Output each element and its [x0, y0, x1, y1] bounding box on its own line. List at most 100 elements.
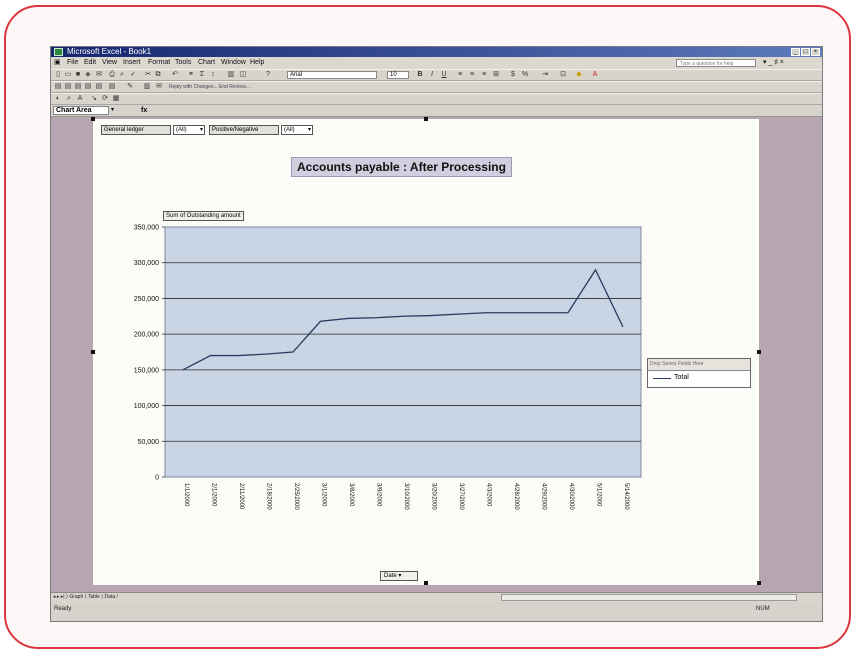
undo-icon[interactable]: ↶	[171, 71, 179, 79]
comment-icon[interactable]: ▤	[64, 83, 72, 91]
y-tick-label: 150,000	[134, 367, 159, 374]
plot-area[interactable]	[164, 226, 642, 478]
x-tick-label: 1/1/2000	[183, 483, 189, 507]
excel-window: Microsoft Excel - Book1 _ □ × ▣ File Edi…	[50, 46, 823, 622]
permission-icon[interactable]: ◈	[84, 71, 92, 79]
sheet-tabs[interactable]: ◂ ▸ ▸| ⟩ Graph ⟨ Table ⟨ Data /	[53, 593, 118, 602]
minimize-button[interactable]: _	[791, 48, 800, 56]
send-icon[interactable]: ✉	[155, 83, 163, 91]
menu-window[interactable]: Window	[221, 57, 246, 69]
comment-next-icon[interactable]: ▤	[74, 83, 82, 91]
name-box-dropdown-icon[interactable]: ▾	[111, 106, 114, 115]
markup-icon[interactable]: ▥	[143, 83, 151, 91]
x-tick-label: 2/25/2000	[293, 483, 299, 510]
x-tick-label: 2/18/2000	[266, 483, 272, 510]
borders-icon[interactable]: ⊡	[559, 71, 567, 79]
legend[interactable]: Drop Series Fields Here Total	[647, 358, 751, 388]
chart-wizard-icon[interactable]: ▥	[227, 71, 235, 79]
show-comments-icon[interactable]: ▤	[95, 83, 103, 91]
close-button[interactable]: ×	[811, 48, 820, 56]
new-icon[interactable]: ▯	[54, 71, 62, 79]
status-ready: Ready	[54, 606, 72, 612]
chart-area[interactable]: General ledger (All) Positive/Negative (…	[91, 117, 761, 585]
font-size-select[interactable]: 10	[387, 71, 409, 79]
sheet-menu-icon[interactable]: ▣	[54, 57, 61, 69]
menu-help[interactable]: Help	[250, 57, 264, 69]
legend-label: Total	[674, 374, 689, 381]
x-tick-label: 5/14/2000	[623, 483, 629, 510]
underline-button[interactable]: U	[440, 71, 448, 79]
date-field-button[interactable]: Date ▾	[380, 571, 418, 581]
comment-prev-icon[interactable]: ▤	[84, 83, 92, 91]
ink-icon[interactable]: ✎	[126, 83, 134, 91]
reply-with-changes[interactable]: Reply with Changes... End Review...	[169, 83, 250, 92]
drop-series-fields[interactable]: Drop Series Fields Here	[648, 359, 750, 371]
sheet-tab-bar: ◂ ▸ ▸| ⟩ Graph ⟨ Table ⟨ Data /	[51, 592, 822, 602]
selection-handle[interactable]	[424, 117, 428, 121]
open-icon[interactable]: ▭	[64, 71, 72, 79]
hyperlink-icon[interactable]: ⚭	[187, 71, 195, 79]
arrow-icon[interactable]: ↘	[90, 95, 98, 103]
selection-handle[interactable]	[757, 350, 761, 354]
track-changes-icon[interactable]: ▤	[108, 83, 116, 91]
horizontal-scrollbar[interactable]	[501, 594, 797, 601]
refresh-icon[interactable]: ⟳	[101, 95, 109, 103]
print-preview-icon[interactable]: ⌕	[118, 71, 126, 79]
y-tick-label: 50,000	[138, 439, 160, 446]
x-tick-label: 4/30/2000	[568, 483, 574, 510]
zoom-icon[interactable]: ⌕	[65, 95, 73, 103]
print-icon[interactable]: ⎙	[108, 71, 116, 79]
drawing-icon[interactable]: ◫	[239, 71, 247, 79]
x-axis-ticks: 1/1/2000 2/1/2000 2/11/2000 2/18/2000 2/25/2…	[183, 483, 629, 510]
menu-insert[interactable]: Insert	[123, 57, 141, 69]
selection-handle[interactable]	[91, 350, 95, 354]
menu-tools[interactable]: Tools	[175, 57, 191, 69]
italic-button[interactable]: I	[428, 71, 436, 79]
bold-button[interactable]: B	[416, 71, 424, 79]
currency-icon[interactable]: $	[509, 71, 517, 79]
name-box[interactable]: Chart Area	[53, 106, 109, 115]
percent-icon[interactable]: %	[521, 71, 529, 79]
workbook-close-controls[interactable]: ▾ _ ♯ ×	[763, 57, 784, 69]
menu-edit[interactable]: Edit	[84, 57, 96, 69]
selection-handle[interactable]	[91, 117, 95, 121]
y-tick-label: 100,000	[134, 403, 159, 410]
standard-toolbar: ▯ ▭ ■ ◈ ✉ ⎙ ⌕ ✓ ✂ ⧉ ↶ ⚭ Σ ↕ ▥ ◫ ? Arial …	[51, 69, 822, 81]
align-right-icon[interactable]: ≡	[480, 71, 488, 79]
menu-view[interactable]: View	[102, 57, 117, 69]
status-num: NUM	[756, 606, 770, 612]
fill-color-icon[interactable]: ◆	[575, 71, 583, 79]
email-icon[interactable]: ✉	[95, 71, 103, 79]
plot-svg: 0 50,000 100,000 150,000 200,000 250,000 300,0…	[134, 225, 642, 510]
sort-icon[interactable]: ↕	[209, 71, 217, 79]
spelling-icon[interactable]: ✓	[129, 71, 137, 79]
table-icon[interactable]: ▦	[112, 95, 120, 103]
align-center-icon[interactable]: ≡	[468, 71, 476, 79]
maximize-button[interactable]: □	[801, 48, 810, 56]
menu-format[interactable]: Format	[148, 57, 170, 69]
menu-chart[interactable]: Chart	[198, 57, 215, 69]
merge-center-icon[interactable]: ⊞	[492, 71, 500, 79]
text-icon[interactable]: A	[76, 95, 84, 103]
autosum-icon[interactable]: Σ	[198, 71, 206, 79]
save-icon[interactable]: ■	[74, 71, 82, 79]
help-icon[interactable]: ?	[264, 71, 272, 79]
chart-sheet-area: General ledger (All) Positive/Negative (…	[51, 117, 822, 592]
y-tick-label: 200,000	[134, 332, 159, 339]
compare-icon[interactable]: ▤	[54, 83, 62, 91]
align-left-icon[interactable]: ≡	[456, 71, 464, 79]
help-search-input[interactable]: Type a question for help	[676, 59, 756, 67]
y-axis-ticks: 0 50,000 100,000 150,000 200,000 250,000 300,0…	[134, 225, 165, 482]
menu-bar: ▣ File Edit View Insert Format Tools Cha…	[51, 57, 822, 69]
y-tick-label: 350,000	[134, 225, 159, 232]
font-color-icon[interactable]: A	[591, 71, 599, 79]
x-tick-label: 2/11/2000	[238, 483, 244, 510]
format-icon[interactable]: ◐	[54, 95, 62, 103]
selection-handle[interactable]	[757, 581, 761, 585]
copy-icon[interactable]: ⧉	[154, 71, 162, 79]
cut-icon[interactable]: ✂	[144, 71, 152, 79]
menu-file[interactable]: File	[67, 57, 78, 69]
selection-handle[interactable]	[424, 581, 428, 585]
font-select[interactable]: Arial	[287, 71, 377, 79]
indent-icon[interactable]: ⇥	[541, 71, 549, 79]
